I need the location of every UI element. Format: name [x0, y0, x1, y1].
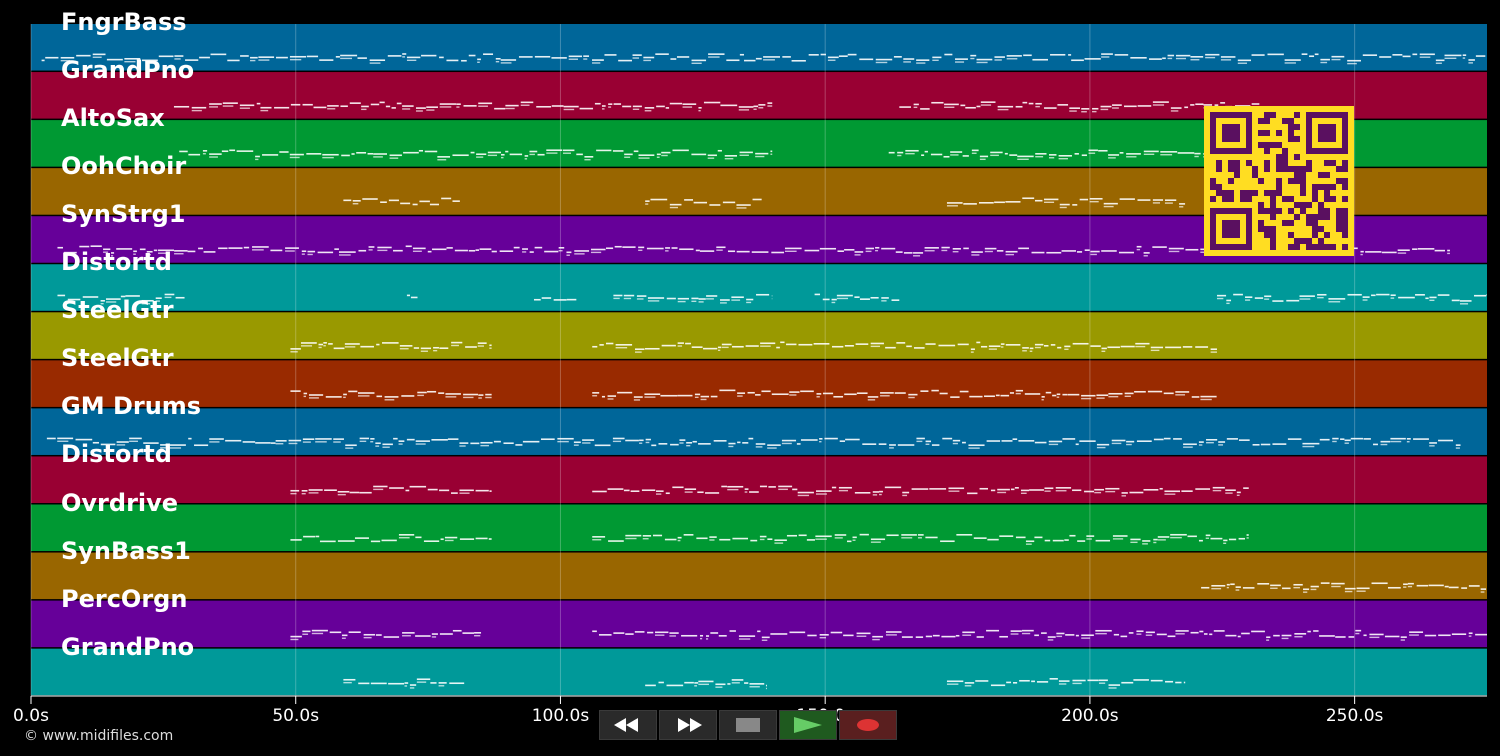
track-band [31, 504, 1487, 552]
track-band [31, 24, 1487, 71]
track-band [31, 552, 1487, 600]
copyright-text: © www.midifiles.com [24, 728, 174, 744]
tick-label: 200.0s [1061, 706, 1119, 726]
transport-controls [599, 710, 903, 742]
track-label: OohChoir [61, 152, 187, 181]
track-band [31, 456, 1487, 503]
stop-icon [736, 718, 760, 732]
stop-button[interactable] [719, 710, 777, 740]
record-button[interactable] [839, 710, 897, 740]
track-label: Ovrdrive [61, 488, 179, 517]
track-label: SteelGtr [61, 296, 174, 325]
qr-code [1204, 106, 1354, 256]
tick-label: 100.0s [531, 706, 590, 726]
rewind-icon [614, 718, 638, 732]
track-label: GrandPno [61, 632, 195, 661]
track-band [31, 408, 1487, 455]
tick-label: 250.0s [1325, 706, 1384, 726]
track-label: GM Drums [61, 392, 202, 421]
play-icon [794, 717, 822, 733]
track-label: SteelGtr [61, 344, 174, 373]
track-label: PercOrgn [61, 584, 188, 613]
track-band [31, 264, 1487, 311]
track-label: Distortd [61, 248, 172, 277]
record-icon [857, 719, 879, 731]
track-band [31, 312, 1487, 359]
track-label: Distortd [61, 440, 172, 469]
tick-label: 50.0s [272, 706, 320, 726]
track-band [31, 648, 1487, 696]
track-label: GrandPno [61, 56, 195, 85]
track-label: FngrBass [61, 8, 187, 36]
track-band [31, 360, 1487, 407]
tick-label: 0.0s [13, 706, 49, 726]
rewind-button[interactable] [599, 710, 657, 740]
fast-forward-icon [678, 718, 702, 732]
track-label: SynStrg1 [61, 200, 186, 229]
play-button[interactable] [779, 710, 837, 740]
track-label: AltoSax [61, 104, 165, 133]
fast-forward-button[interactable] [659, 710, 717, 740]
track-label: SynBass1 [61, 536, 191, 565]
